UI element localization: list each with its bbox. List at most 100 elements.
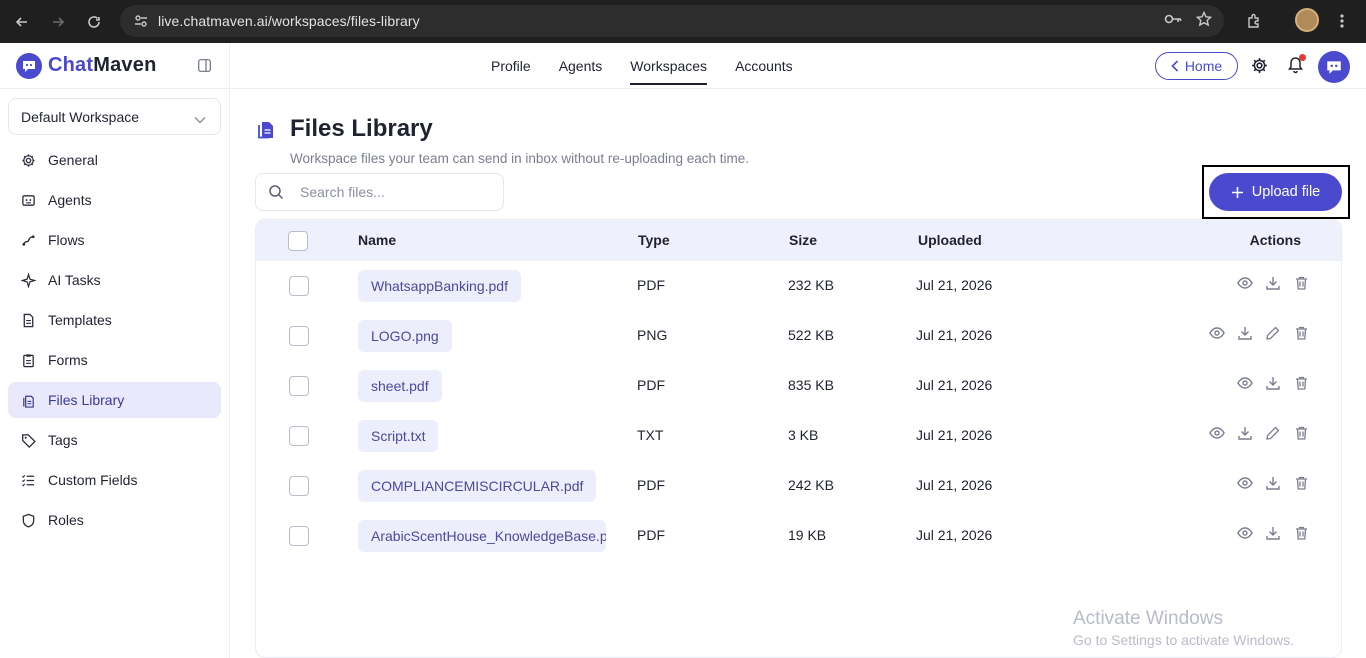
trash-icon[interactable] xyxy=(1293,325,1309,341)
kebab-menu-icon[interactable] xyxy=(1330,8,1354,34)
windows-activation-watermark: Activate Windows Go to Settings to activ… xyxy=(1073,608,1294,648)
file-name-chip[interactable]: COMPLIANCEMISCIRCULAR.pdf xyxy=(358,470,597,502)
sidebar-item-label: Flows xyxy=(48,232,85,248)
file-type: PDF xyxy=(637,277,665,293)
file-type: PDF xyxy=(637,377,665,393)
row-checkbox[interactable] xyxy=(289,276,309,296)
pencil-icon[interactable] xyxy=(1265,325,1281,341)
file-size: 232 KB xyxy=(788,277,834,293)
upload-file-label: Upload file xyxy=(1251,184,1321,200)
site-settings-icon[interactable] xyxy=(124,13,158,29)
row-actions xyxy=(1237,525,1309,541)
file-name-chip[interactable]: sheet.pdf xyxy=(358,370,442,402)
trash-icon[interactable] xyxy=(1293,275,1309,291)
download-icon[interactable] xyxy=(1237,325,1253,341)
sidebar-item-files-library[interactable]: Files Library xyxy=(8,382,221,418)
row-checkbox[interactable] xyxy=(289,526,309,546)
profile-avatar[interactable] xyxy=(1295,8,1319,32)
sidebar-item-roles[interactable]: Roles xyxy=(8,502,221,538)
eye-icon[interactable] xyxy=(1237,475,1253,491)
row-checkbox[interactable] xyxy=(289,476,309,496)
flows-icon xyxy=(20,232,36,248)
table-row: LOGO.png PNG 522 KB Jul 21, 2026 xyxy=(256,311,1341,361)
sidebar-item-label: Files Library xyxy=(48,392,125,408)
column-header-type[interactable]: Type xyxy=(638,232,670,248)
reload-button[interactable] xyxy=(76,4,112,40)
trash-icon[interactable] xyxy=(1293,525,1309,541)
chevron-down-icon xyxy=(194,111,206,127)
table-row: Script.txt TXT 3 KB Jul 21, 2026 xyxy=(256,411,1341,461)
column-header-name[interactable]: Name xyxy=(358,232,396,248)
sidebar-item-ai-tasks[interactable]: AI Tasks xyxy=(8,262,221,298)
chat-widget-avatar[interactable] xyxy=(1318,51,1350,83)
sidebar-item-custom-fields[interactable]: Custom Fields xyxy=(8,462,221,498)
eye-icon[interactable] xyxy=(1209,325,1225,341)
select-all-checkbox[interactable] xyxy=(288,231,308,251)
workspace-select-value: Default Workspace xyxy=(21,108,140,125)
eye-icon[interactable] xyxy=(1237,525,1253,541)
pencil-icon[interactable] xyxy=(1265,425,1281,441)
file-size: 835 KB xyxy=(788,377,834,393)
page-subtitle: Workspace files your team can send in in… xyxy=(290,151,749,166)
row-actions xyxy=(1237,275,1309,291)
sidebar-item-general[interactable]: General xyxy=(8,142,221,178)
file-uploaded-date: Jul 21, 2026 xyxy=(916,277,993,293)
sidebar-item-forms[interactable]: Forms xyxy=(8,342,221,378)
table-row: WhatsappBanking.pdf PDF 232 KB Jul 21, 2… xyxy=(256,261,1341,311)
settings-gear-icon[interactable] xyxy=(1251,57,1268,79)
column-header-size[interactable]: Size xyxy=(789,232,817,248)
gear-icon xyxy=(20,152,36,168)
tab-workspaces[interactable]: Workspaces xyxy=(630,43,707,89)
row-checkbox[interactable] xyxy=(289,326,309,346)
forward-button[interactable] xyxy=(40,4,76,40)
password-key-icon[interactable] xyxy=(1164,12,1182,31)
file-name-chip[interactable]: WhatsappBanking.pdf xyxy=(358,270,521,302)
back-button[interactable] xyxy=(4,4,40,40)
download-icon[interactable] xyxy=(1265,275,1281,291)
file-name-chip[interactable]: LOGO.png xyxy=(358,320,452,352)
tab-agents[interactable]: Agents xyxy=(559,43,603,89)
sidebar-item-flows[interactable]: Flows xyxy=(8,222,221,258)
notifications-bell-icon[interactable] xyxy=(1287,54,1306,79)
sidebar-item-tags[interactable]: Tags xyxy=(8,422,221,458)
sidebar-item-label: General xyxy=(48,152,98,168)
eye-icon[interactable] xyxy=(1237,375,1253,391)
sidebar-collapse-icon[interactable] xyxy=(198,59,211,77)
tab-profile[interactable]: Profile xyxy=(491,43,531,89)
sidebar-item-label: Agents xyxy=(48,192,92,208)
search-input[interactable] xyxy=(300,184,480,200)
file-name-chip[interactable]: Script.txt xyxy=(358,420,439,452)
shield-icon xyxy=(20,512,36,528)
trash-icon[interactable] xyxy=(1293,425,1309,441)
download-icon[interactable] xyxy=(1265,475,1281,491)
row-checkbox[interactable] xyxy=(289,426,309,446)
chevron-left-icon xyxy=(1171,60,1178,72)
upload-file-button[interactable]: Upload file xyxy=(1209,173,1342,211)
file-uploaded-date: Jul 21, 2026 xyxy=(916,477,993,493)
top-nav: Profile Agents Workspaces Accounts Home xyxy=(231,43,1366,89)
download-icon[interactable] xyxy=(1237,425,1253,441)
eye-icon[interactable] xyxy=(1209,425,1225,441)
row-actions xyxy=(1237,475,1309,491)
download-icon[interactable] xyxy=(1265,525,1281,541)
workspace-select[interactable]: Default Workspace xyxy=(8,98,221,135)
files-library-icon xyxy=(257,119,275,144)
sidebar-item-templates[interactable]: Templates xyxy=(8,302,221,338)
trash-icon[interactable] xyxy=(1293,475,1309,491)
column-header-uploaded[interactable]: Uploaded xyxy=(918,232,982,248)
eye-icon[interactable] xyxy=(1237,275,1253,291)
download-icon[interactable] xyxy=(1265,375,1281,391)
tab-accounts[interactable]: Accounts xyxy=(735,43,793,89)
arrow-left-icon xyxy=(15,16,27,27)
bookmark-star-icon[interactable] xyxy=(1195,10,1213,32)
file-uploaded-date: Jul 21, 2026 xyxy=(916,427,993,443)
extensions-icon[interactable] xyxy=(1240,4,1268,38)
search-box[interactable] xyxy=(255,173,504,211)
trash-icon[interactable] xyxy=(1293,375,1309,391)
row-checkbox[interactable] xyxy=(289,376,309,396)
file-name-chip[interactable]: ArabicScentHouse_KnowledgeBase.pdf xyxy=(358,520,606,552)
brand[interactable]: ChatMaven xyxy=(0,43,229,89)
home-button[interactable]: Home xyxy=(1155,52,1238,80)
sidebar-item-agents[interactable]: Agents xyxy=(8,182,221,218)
address-bar[interactable]: live.chatmaven.ai/workspaces/files-libra… xyxy=(120,5,1224,37)
